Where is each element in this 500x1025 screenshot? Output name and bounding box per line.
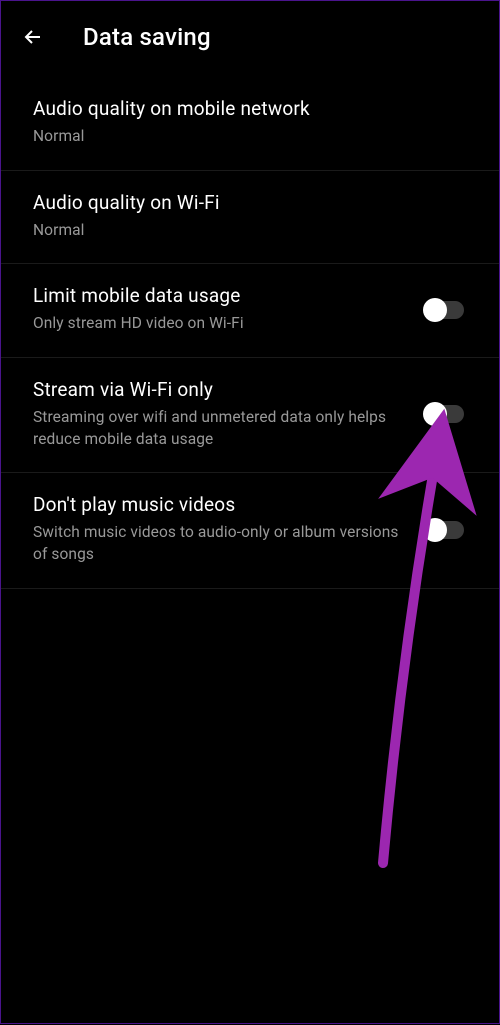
setting-row-no-music-videos[interactable]: Don't play music videos Switch music vid…: [1, 473, 499, 588]
setting-subtitle: Only stream HD video on Wi-Fi: [33, 313, 403, 335]
setting-text: Stream via Wi-Fi only Streaming over wif…: [33, 378, 403, 450]
setting-subtitle: Normal: [33, 220, 467, 242]
setting-title: Audio quality on mobile network: [33, 97, 467, 120]
toggle-thumb: [423, 298, 447, 322]
setting-row-audio-wifi[interactable]: Audio quality on Wi-Fi Normal: [1, 171, 499, 265]
settings-list: Audio quality on mobile network Normal A…: [1, 77, 499, 589]
header: Data saving: [1, 1, 499, 77]
setting-text: Don't play music videos Switch music vid…: [33, 493, 403, 565]
page-title: Data saving: [83, 23, 211, 51]
setting-text: Limit mobile data usage Only stream HD v…: [33, 284, 403, 335]
setting-subtitle: Normal: [33, 126, 467, 148]
setting-subtitle: Switch music videos to audio-only or alb…: [33, 522, 403, 565]
setting-row-limit-mobile[interactable]: Limit mobile data usage Only stream HD v…: [1, 264, 499, 358]
toggle-no-music-videos[interactable]: [423, 518, 467, 542]
toggle-limit-mobile[interactable]: [423, 298, 467, 322]
setting-title: Stream via Wi-Fi only: [33, 378, 403, 401]
setting-title: Limit mobile data usage: [33, 284, 403, 307]
setting-row-audio-mobile[interactable]: Audio quality on mobile network Normal: [1, 77, 499, 171]
back-arrow-icon[interactable]: [21, 25, 45, 49]
toggle-wifi-only[interactable]: [423, 402, 467, 426]
setting-row-wifi-only[interactable]: Stream via Wi-Fi only Streaming over wif…: [1, 358, 499, 473]
toggle-thumb: [423, 518, 447, 542]
setting-subtitle: Streaming over wifi and unmetered data o…: [33, 407, 403, 450]
setting-text: Audio quality on Wi-Fi Normal: [33, 191, 467, 242]
setting-title: Audio quality on Wi-Fi: [33, 191, 467, 214]
setting-title: Don't play music videos: [33, 493, 403, 516]
setting-text: Audio quality on mobile network Normal: [33, 97, 467, 148]
